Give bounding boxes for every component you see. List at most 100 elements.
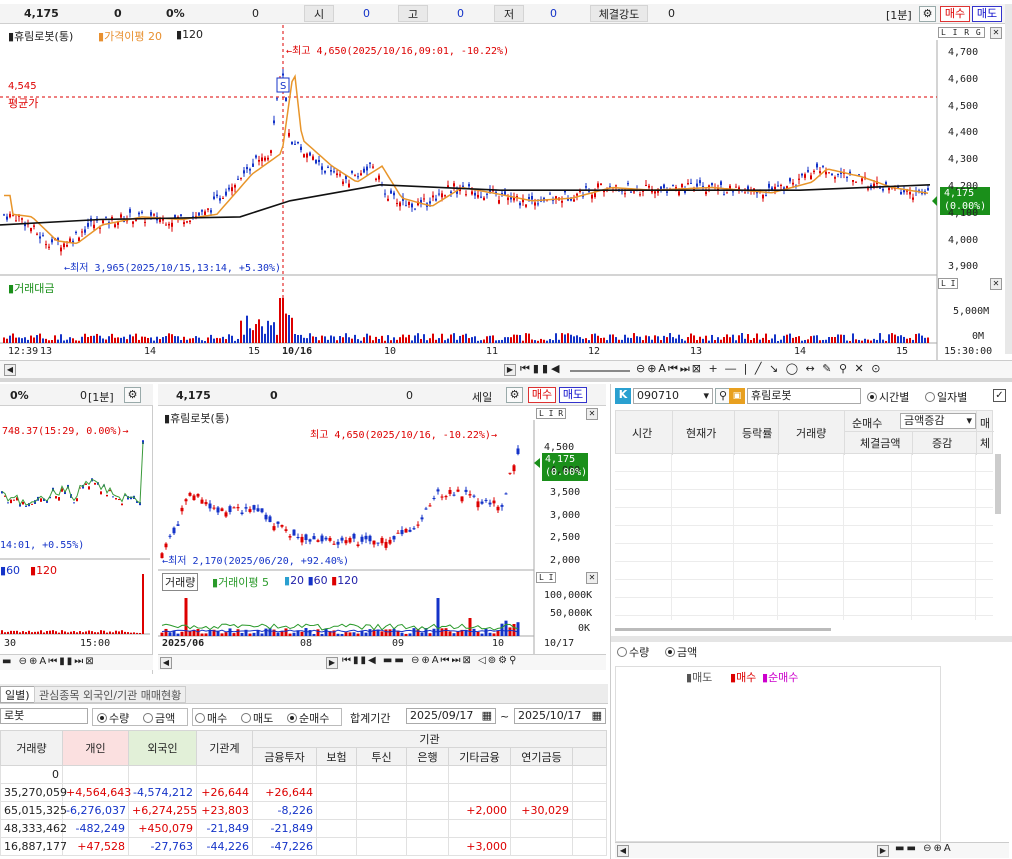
candle bbox=[303, 154, 305, 158]
table-row[interactable]: 0 bbox=[0, 765, 608, 784]
vol-scale-icon[interactable]: L I bbox=[938, 278, 959, 289]
volume-bar bbox=[471, 337, 473, 343]
left-toolbar-icons[interactable]: ▬ ⊖⊕A⏮▮▮⏭⊠ bbox=[2, 656, 96, 667]
splitter[interactable] bbox=[0, 378, 1012, 382]
table-row[interactable]: 48,333,462 -482,249 +450,079 -21,849 -21,849 bbox=[0, 819, 608, 838]
table-row[interactable]: 35,270,059 +4,564,643 -4,574,212 +26,644 +26… bbox=[0, 783, 608, 802]
table-row[interactable]: 65,015,325 -6,276,037 +6,274,255 +23,803 -8,… bbox=[0, 801, 608, 820]
date-from[interactable]: 2025/09/17 ▦ bbox=[406, 708, 496, 724]
right-vscroll[interactable] bbox=[995, 454, 1001, 514]
folder-icon[interactable]: ▣ bbox=[729, 388, 745, 404]
table-cell bbox=[510, 765, 573, 784]
left-candle bbox=[88, 486, 90, 490]
volume-bar bbox=[561, 333, 563, 343]
date-to[interactable]: 2025/10/17 ▦ bbox=[514, 708, 606, 724]
vol-close-icon[interactable]: ✕ bbox=[990, 278, 1002, 290]
volume-bar bbox=[837, 334, 839, 343]
mid-volume-bar bbox=[436, 598, 440, 636]
buy-button[interactable]: 매수 bbox=[940, 6, 970, 22]
th-inst-total: 기관계 bbox=[196, 730, 253, 766]
table-cell: +30,029 bbox=[510, 801, 573, 820]
mid-scroll-left[interactable]: ◀ bbox=[160, 657, 172, 669]
zoom-slider[interactable] bbox=[570, 370, 630, 372]
volume-bar bbox=[357, 339, 359, 343]
tab-daily[interactable]: 일별) bbox=[0, 686, 35, 703]
volume-bar bbox=[807, 339, 809, 343]
opt-amt[interactable]: 금액 bbox=[665, 644, 697, 660]
volume-bar bbox=[924, 337, 926, 343]
volume-bar bbox=[195, 336, 197, 343]
right-scroll-right[interactable]: ▶ bbox=[877, 845, 889, 857]
mid-volume-bar bbox=[180, 631, 184, 636]
left-volume-bar bbox=[100, 630, 102, 634]
right-hscroll[interactable] bbox=[615, 628, 831, 631]
tab-watchlist[interactable]: 관심종목 외국인/기관 매매현황 bbox=[34, 686, 187, 703]
table-cell: +47,528 bbox=[62, 837, 129, 856]
candle bbox=[615, 185, 617, 187]
right-scroll-left[interactable]: ◀ bbox=[617, 845, 629, 857]
opt-sell[interactable]: 매도 bbox=[241, 710, 273, 726]
volume-bar bbox=[627, 337, 629, 343]
table-cell: 48,333,462 bbox=[0, 819, 67, 838]
volume-bar bbox=[822, 339, 824, 343]
candle bbox=[648, 185, 650, 188]
table-cell: -21,849 bbox=[196, 819, 253, 838]
amount-change-select[interactable]: 금액증감 ▾ bbox=[900, 413, 976, 429]
sell-button[interactable]: 매도 bbox=[972, 6, 1002, 22]
candle bbox=[393, 192, 395, 196]
volume-bar bbox=[396, 339, 398, 343]
mid-candle bbox=[420, 517, 424, 520]
gear-icon[interactable]: ⚙ bbox=[919, 6, 936, 22]
candle bbox=[6, 216, 8, 220]
time-axis-label: 12 bbox=[588, 346, 601, 357]
right-toolbar-icons[interactable]: ▬▬ ⊖⊕A bbox=[895, 843, 953, 854]
main-chart[interactable]: ▮휴림로봇(통) ▮가격이평 20 ▮120 L I R G ✕ S ←최고 4… bbox=[0, 25, 1005, 360]
period-selector[interactable]: [1분] bbox=[886, 7, 912, 23]
mid-chart[interactable]: 4,175 0 0 세일 ⚙ 매수 매도 ▮휴림로봇(통) L I R ✕ 최고… bbox=[158, 384, 606, 674]
scroll-right-icon[interactable]: ▶ bbox=[504, 364, 516, 376]
opt-quantity[interactable]: 수량 bbox=[97, 710, 129, 726]
opt-buy[interactable]: 매수 bbox=[195, 710, 227, 726]
volume-bar bbox=[69, 337, 71, 343]
scroll-left-icon[interactable]: ◀ bbox=[4, 364, 16, 376]
mid-candle bbox=[436, 489, 440, 492]
volume-bar bbox=[828, 337, 830, 343]
mid-x-3: 10 bbox=[492, 638, 505, 649]
candle bbox=[525, 204, 527, 207]
table-row[interactable]: 16,887,177 +47,528 -27,763 -44,226 -47,226 +3… bbox=[0, 837, 608, 856]
left-volume-bar bbox=[58, 632, 60, 634]
opt-time[interactable]: 시간별 bbox=[867, 389, 909, 405]
mid-volume-bar bbox=[236, 629, 240, 636]
volume-bar bbox=[690, 333, 692, 343]
playback-icons[interactable]: ⏮▮▮◀ bbox=[520, 362, 562, 376]
code-input[interactable]: 090710 ▾ bbox=[633, 388, 713, 404]
opt-amount[interactable]: 금액 bbox=[143, 710, 175, 726]
right-bottom-chart: ▮매도 ▮매수 ▮순매수 bbox=[615, 666, 941, 842]
volume-bar bbox=[780, 339, 782, 343]
mid-candle bbox=[340, 537, 344, 541]
mid-vol-title[interactable]: 거래량 bbox=[162, 573, 199, 591]
candle bbox=[48, 246, 50, 248]
mid-vol-close-icon[interactable]: ✕ bbox=[586, 572, 598, 584]
candle bbox=[330, 170, 332, 172]
volume-bar bbox=[525, 333, 527, 343]
mid-scroll-right[interactable]: ▶ bbox=[326, 657, 338, 669]
opt-day[interactable]: 일자별 bbox=[925, 389, 967, 405]
mid-candle bbox=[508, 472, 512, 474]
left-volume-bar bbox=[61, 630, 63, 634]
opt-qty[interactable]: 수량 bbox=[617, 644, 649, 660]
mid-candle bbox=[404, 528, 408, 533]
opt-net[interactable]: 순매수 bbox=[287, 710, 329, 726]
volume-bar bbox=[492, 335, 494, 343]
left-volume-bar bbox=[121, 630, 123, 634]
volume-bar bbox=[870, 340, 872, 343]
volume-bar bbox=[498, 340, 500, 343]
mid-toolbar-icons[interactable]: ⏮▮▮◀ ▬▬ ⊖⊕A⏮⏭⊠ ◁⊚⚙⚲ bbox=[342, 655, 518, 666]
draw-tools-icons[interactable]: ⊖⊕A⏮⏭⊠ + ― | ╱ ↘ ◯ ↔ ✎ ⚲ ✕ ⊙ bbox=[636, 362, 882, 376]
left-mini-chart[interactable]: 0% 0 [1분] ⚙ 748.37(15:29, 0.00%)→ 14:01,… bbox=[0, 384, 153, 674]
volume-bar bbox=[744, 338, 746, 343]
mid-candle bbox=[488, 502, 492, 505]
volume-bar bbox=[867, 339, 869, 343]
checkbox[interactable]: ✓ bbox=[993, 389, 1006, 402]
mid-vol-scale-icon[interactable]: L I bbox=[536, 572, 557, 583]
